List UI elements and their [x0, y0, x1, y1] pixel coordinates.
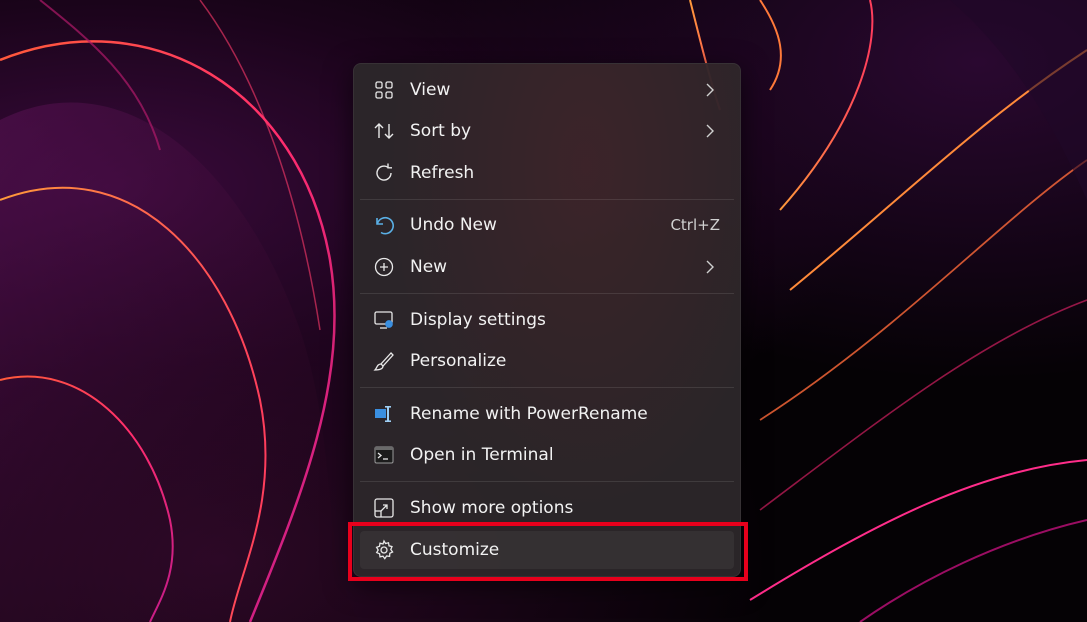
- terminal-icon: [372, 443, 396, 467]
- menu-separator: [360, 199, 734, 200]
- menu-item-label: Personalize: [410, 351, 507, 371]
- menu-item-label: Open in Terminal: [410, 445, 554, 465]
- desktop[interactable]: View Sort by Refresh Undo New Ctrl+Z New…: [0, 0, 1087, 622]
- menu-item-customize[interactable]: Customize: [360, 531, 734, 569]
- show-more-icon: [372, 496, 396, 520]
- menu-item-undo-new[interactable]: Undo New Ctrl+Z: [360, 206, 734, 244]
- sort-arrows-icon: [372, 119, 396, 143]
- menu-item-label: New: [410, 257, 448, 277]
- menu-item-personalize[interactable]: Personalize: [360, 342, 734, 380]
- menu-item-label: Show more options: [410, 498, 574, 518]
- menu-item-view[interactable]: View: [360, 71, 734, 109]
- brush-icon: [372, 349, 396, 373]
- menu-item-rename-powerrename[interactable]: Rename with PowerRename: [360, 395, 734, 433]
- menu-item-label: Display settings: [410, 310, 546, 330]
- menu-item-label: Sort by: [410, 121, 472, 141]
- refresh-icon: [372, 161, 396, 185]
- menu-item-open-terminal[interactable]: Open in Terminal: [360, 436, 734, 474]
- gear-icon: [372, 538, 396, 562]
- menu-separator: [360, 293, 734, 294]
- plus-circle-icon: [372, 255, 396, 279]
- view-grid-icon: [372, 78, 396, 102]
- display-settings-icon: [372, 308, 396, 332]
- powerrename-icon: [372, 402, 396, 426]
- menu-item-refresh[interactable]: Refresh: [360, 154, 734, 192]
- menu-item-label: View: [410, 80, 451, 100]
- menu-separator: [360, 387, 734, 388]
- undo-icon: [372, 213, 396, 237]
- menu-item-label: Undo New: [410, 215, 497, 235]
- context-menu: View Sort by Refresh Undo New Ctrl+Z New…: [353, 63, 741, 577]
- chevron-right-icon: [704, 82, 716, 98]
- menu-item-label: Customize: [410, 540, 500, 560]
- menu-separator: [360, 481, 734, 482]
- menu-item-display-settings[interactable]: Display settings: [360, 301, 734, 339]
- chevron-right-icon: [704, 123, 716, 139]
- shortcut-text: Ctrl+Z: [670, 216, 720, 234]
- menu-item-sort-by[interactable]: Sort by: [360, 112, 734, 150]
- menu-item-label: Rename with PowerRename: [410, 404, 648, 424]
- menu-item-label: Refresh: [410, 163, 475, 183]
- menu-item-show-more-options[interactable]: Show more options: [360, 489, 734, 527]
- menu-item-new[interactable]: New: [360, 248, 734, 286]
- chevron-right-icon: [704, 259, 716, 275]
